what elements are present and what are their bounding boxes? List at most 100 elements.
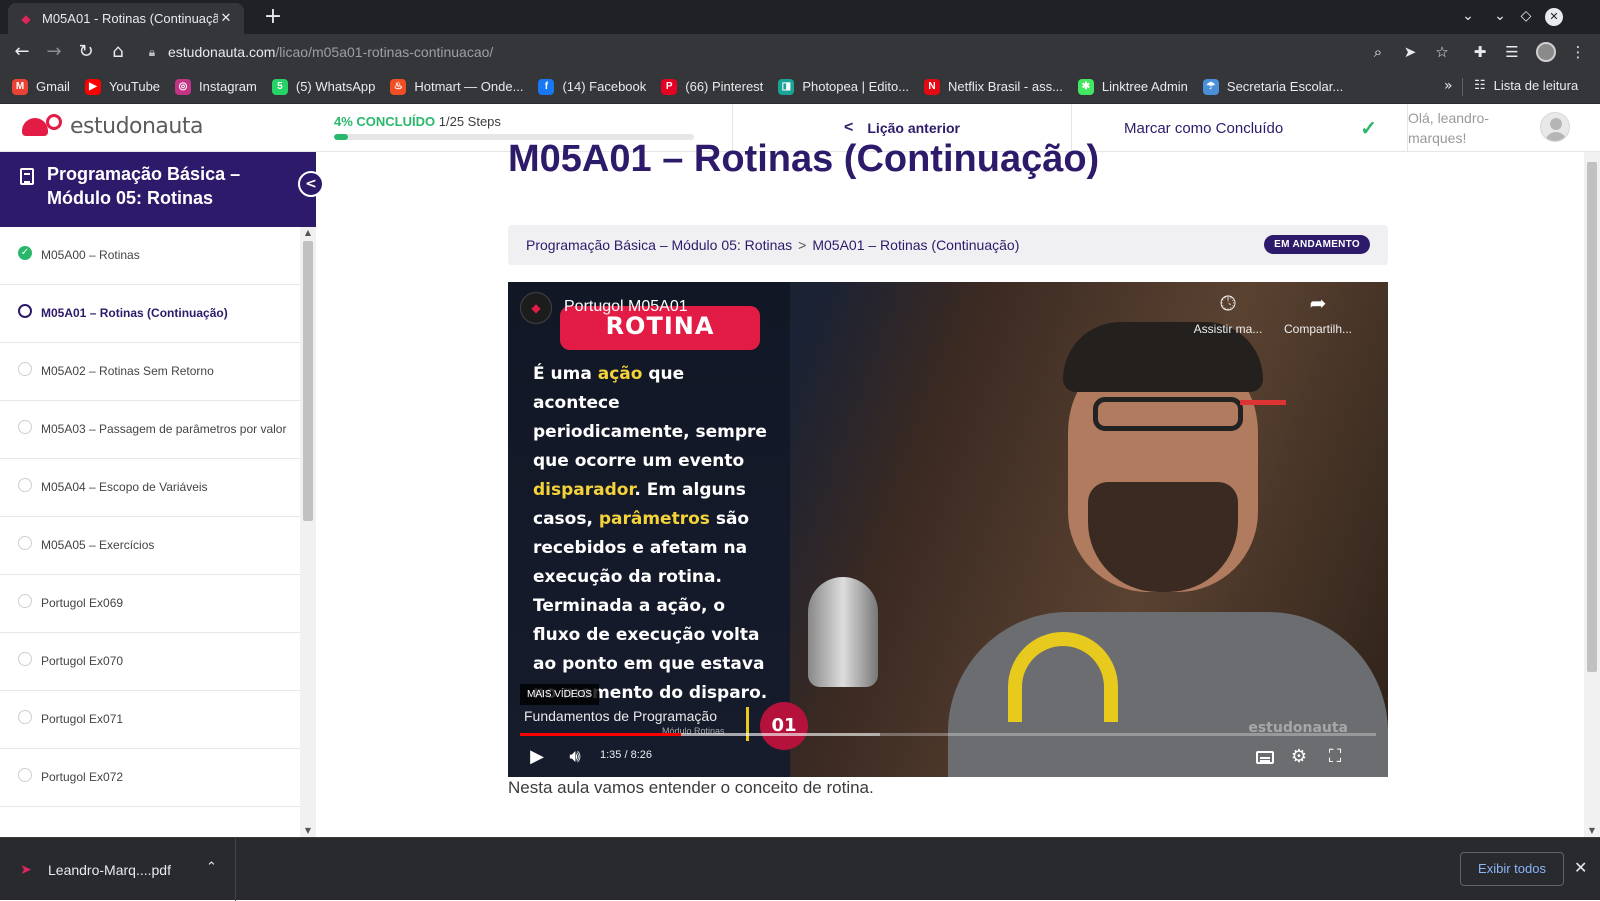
profile-avatar[interactable] [1536, 42, 1556, 62]
lesson-item[interactable]: M05A02 – Rotinas Sem Retorno [0, 343, 300, 401]
bookmark-label: Gmail [36, 79, 70, 94]
breadcrumb-lesson-link[interactable]: M05A01 – Rotinas (Continuação) [812, 237, 1019, 253]
lesson-item[interactable]: Portugol Ex071 [0, 691, 300, 749]
bookmark-whatsapp[interactable]: 5 (5) WhatsApp [271, 78, 375, 95]
lesson-item[interactable]: Portugol Ex072 [0, 749, 300, 807]
close-tab-icon[interactable]: ✕ [218, 11, 234, 26]
extensions-icon[interactable]: ✚ [1468, 40, 1492, 64]
video-played [520, 733, 681, 736]
reading-list-label: Lista de leitura [1493, 77, 1579, 93]
reading-list-icon: ☷ [1474, 77, 1486, 92]
reload-icon[interactable]: ↻ [74, 40, 98, 64]
home-icon[interactable]: ⌂ [106, 40, 130, 64]
scrollbar-thumb[interactable] [303, 241, 313, 521]
forward-icon[interactable]: → [42, 40, 66, 64]
lesson-item[interactable]: Portugol Ex069 [0, 575, 300, 633]
lesson-item[interactable]: Portugol Ex070 [0, 633, 300, 691]
photopea-icon: ◨ [778, 78, 795, 95]
back-icon[interactable]: ← [10, 40, 34, 64]
volume-icon[interactable]: 🔊︎ [562, 745, 588, 769]
page-scroll-down-icon[interactable]: ▼ [1584, 826, 1600, 835]
close-shelf-icon[interactable]: ✕ [1574, 858, 1587, 877]
play-icon[interactable]: ▶ [524, 745, 550, 769]
mark-complete-button[interactable]: Marcar como Concluído ✓ [1072, 104, 1407, 152]
new-tab-button[interactable]: + [260, 4, 286, 30]
subtitles-icon[interactable] [1256, 751, 1274, 764]
share-icon: ➦ [1309, 293, 1327, 315]
lesson-status-circle-icon [18, 710, 32, 724]
send-icon[interactable]: ➤ [1398, 40, 1422, 64]
bookmark-secretaria[interactable]: ☂ Secretaria Escolar... [1202, 78, 1343, 95]
breadcrumb-course-link[interactable]: Programação Básica – Módulo 05: Rotinas [526, 237, 792, 253]
menu-icon[interactable]: ⋮ [1566, 40, 1590, 64]
page-scrollbar-thumb[interactable] [1587, 162, 1597, 672]
minimize-icon[interactable]: ⌄ [1490, 5, 1510, 27]
slide-text-part: É uma [533, 364, 598, 384]
settings-gear-icon[interactable]: ⚙ [1286, 745, 1312, 769]
lesson-item[interactable]: M05A03 – Passagem de parâmetros por valo… [0, 401, 300, 459]
highlighted-term: ação [597, 364, 643, 384]
share-button[interactable]: ➦ Compartilh... [1278, 292, 1358, 336]
bookmark-linktree[interactable]: ✱ Linktree Admin [1077, 78, 1188, 95]
zoom-icon[interactable]: ⌕ [1366, 40, 1390, 64]
bookmark-star-icon[interactable]: ☆ [1430, 40, 1454, 64]
bookmark-pinterest[interactable]: P (66) Pinterest [661, 78, 764, 95]
download-item[interactable]: ➤ Leandro-Marq....pdf ⌃ [0, 838, 236, 901]
bookmark-hotmart[interactable]: ♨ Hotmart — Onde... [390, 78, 523, 95]
lesson-list: ✓ M05A00 – Rotinas M05A01 – Rotinas (Conti… [0, 227, 300, 837]
lesson-status-circle-icon [18, 304, 32, 318]
reading-list-button[interactable]: ☷ Lista de leitura [1474, 77, 1578, 93]
tab-search-icon[interactable]: ⌄ [1458, 5, 1478, 27]
logo-text: estudonauta [70, 113, 203, 139]
window-close-icon[interactable]: ✕ [1545, 8, 1563, 26]
video-player[interactable]: ROTINA ◆ Portugol M05A01 É uma ação que … [508, 282, 1388, 777]
lesson-item[interactable]: M05A04 – Escopo de Variáveis [0, 459, 300, 517]
bookmark-label: Linktree Admin [1101, 79, 1188, 94]
lesson-status-circle-icon [18, 536, 32, 550]
channel-avatar-icon[interactable]: ◆ [520, 292, 552, 324]
sidebar-course-title: Programação Básica – Módulo 05: Rotinas [47, 164, 241, 208]
user-avatar[interactable] [1540, 112, 1570, 142]
bookmark-netflix[interactable]: N Netflix Brasil - ass... [924, 78, 1063, 95]
lesson-status-circle-icon [18, 652, 32, 666]
previous-lesson-label: Lição anterior [867, 120, 960, 136]
video-title[interactable]: Portugol M05A01 [564, 298, 688, 316]
collapse-sidebar-button[interactable]: < [298, 171, 324, 197]
maximize-icon[interactable]: ◇ [1516, 5, 1536, 27]
bookmark-facebook[interactable]: f (14) Facebook [538, 78, 646, 95]
scroll-down-icon[interactable]: ▼ [300, 825, 316, 837]
lesson-item[interactable]: ✓ M05A00 – Rotinas [0, 227, 300, 285]
estudonauta-logo[interactable]: estudonauta [18, 112, 203, 140]
lesson-status-circle-icon [18, 362, 32, 376]
url-text: estudonauta.com/licao/m05a01-rotinas-con… [168, 44, 494, 60]
progress-percent: 4% CONCLUÍDO [334, 114, 436, 129]
lesson-item[interactable]: M05A01 – Rotinas (Continuação) [0, 285, 300, 343]
lesson-status-circle-icon [18, 594, 32, 608]
video-progress-bar[interactable] [520, 733, 1376, 736]
bookmark-youtube[interactable]: ▶ YouTube [84, 78, 160, 95]
lesson-description: Nesta aula vamos entender o conceito de … [508, 778, 874, 797]
browser-tab-active[interactable]: ◆ M05A01 - Rotinas (Continuação) ✕ [8, 3, 244, 34]
watch-later-label: Assistir ma... [1193, 322, 1263, 336]
fullscreen-icon[interactable]: ⛶ [1322, 745, 1348, 769]
more-videos-label[interactable]: MAIS VÍDEOS [520, 684, 600, 705]
sidebar-scrollbar[interactable]: ▲ ▼ [300, 227, 316, 837]
checkmark-icon: ✓ [1360, 118, 1377, 140]
bookmark-photopea[interactable]: ◨ Photopea | Edito... [778, 78, 909, 95]
secretaria-icon: ☂ [1202, 78, 1219, 95]
lesson-label: Portugol Ex070 [41, 654, 124, 668]
bookmark-label: (66) Pinterest [685, 79, 764, 94]
bookmark-gmail[interactable]: M Gmail [12, 78, 70, 95]
bookmark-instagram[interactable]: ◎ Instagram [175, 78, 257, 95]
sidebar-course-header[interactable]: Programação Básica – Módulo 05: Rotinas [0, 152, 316, 227]
microphone [808, 577, 878, 687]
page-scrollbar[interactable]: ▼ [1584, 152, 1600, 837]
chevron-up-icon[interactable]: ⌃ [206, 860, 217, 875]
show-all-downloads-button[interactable]: Exibir todos [1460, 852, 1564, 886]
media-control-icon[interactable]: ☰ [1500, 40, 1524, 64]
watch-later-button[interactable]: 🕓︎ Assistir ma... [1188, 292, 1268, 336]
download-shelf: ➤ Leandro-Marq....pdf ⌃ Exibir todos ✕ [0, 837, 1600, 901]
scroll-up-icon[interactable]: ▲ [300, 227, 316, 239]
lesson-item[interactable]: M05A05 – Exercícios [0, 517, 300, 575]
bookmarks-overflow-icon[interactable]: » [1444, 78, 1453, 94]
